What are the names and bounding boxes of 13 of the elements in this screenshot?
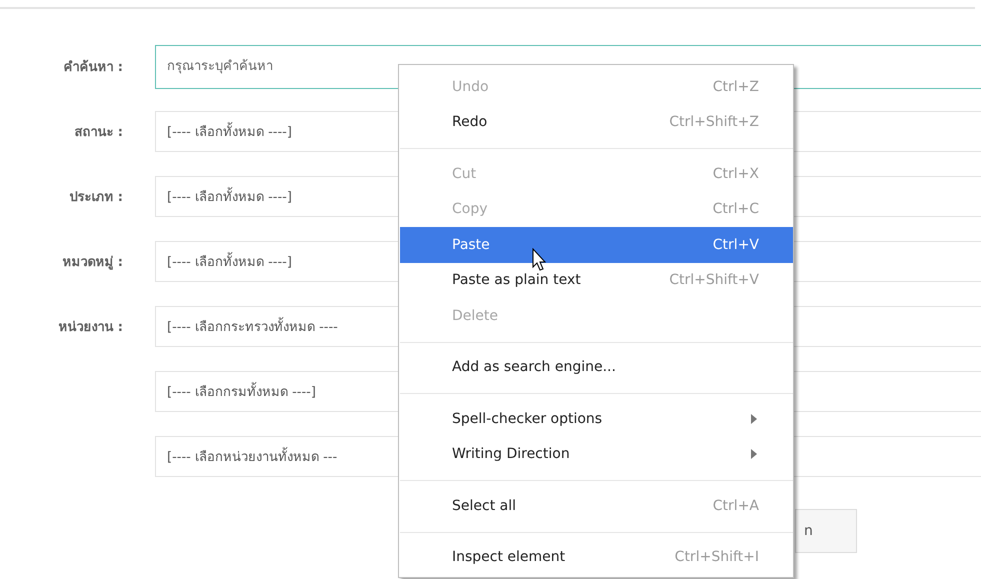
shortcut-label: Ctrl+Shift+Z [669,114,759,130]
shortcut-label: Ctrl+Shift+I [674,549,759,566]
field-label: หน่วยงาน : [58,319,123,337]
shortcut-label: Ctrl+Z [712,78,759,95]
field-label: หมวดหมู่ : [62,254,123,272]
shortcut-label: Ctrl+A [712,498,759,514]
field-label: ประเภท : [69,189,123,207]
field-label: สถานะ : [74,124,123,142]
shortcut-label: Ctrl+C [712,201,759,218]
shortcut-label: Ctrl+Shift+V [669,272,759,288]
shortcut-label: Ctrl+V [712,236,759,253]
field-label: คำค้นหา : [63,58,123,77]
shortcut-label: Ctrl+X [712,166,759,182]
